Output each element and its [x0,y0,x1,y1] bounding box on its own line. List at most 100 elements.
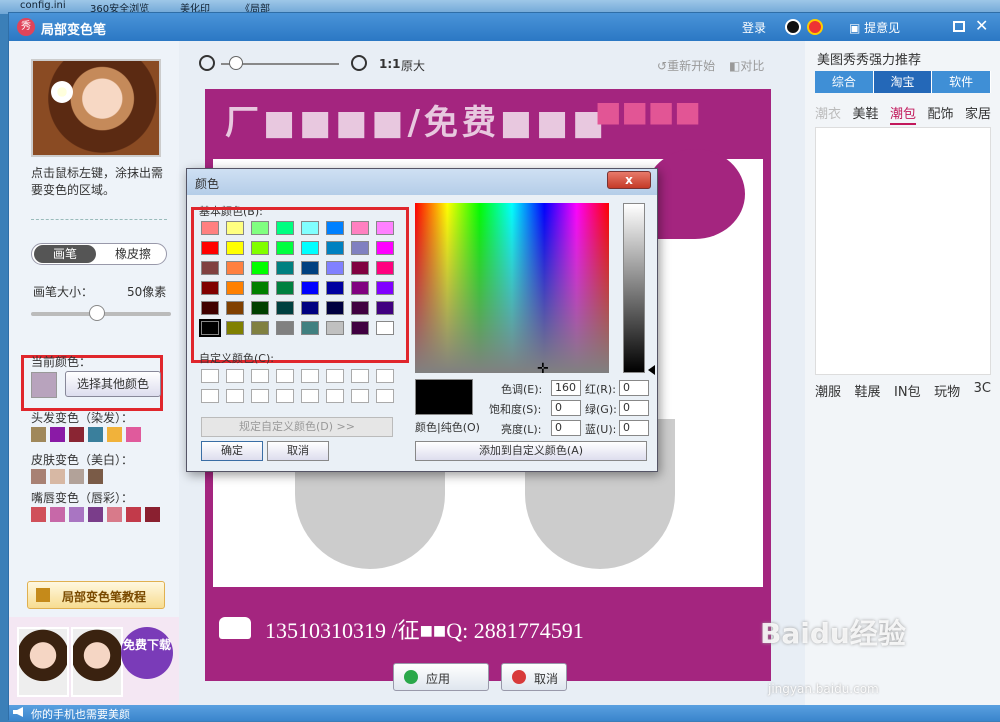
hue-input[interactable]: 160 [551,380,581,396]
custom-color-cell[interactable] [276,389,294,403]
green-input[interactable]: 0 [619,400,649,416]
color-swatch[interactable] [107,507,122,522]
close-button[interactable]: ✕ [975,16,988,35]
crosshair-icon[interactable]: ✛ [537,361,549,377]
red-input[interactable]: 0 [619,380,649,396]
restart-button[interactable]: ↺重新开始 [657,57,715,74]
skin-color-label: 皮肤变色（美白）： [31,453,134,467]
color-swatch[interactable] [88,469,103,484]
original-size-button[interactable]: 原大 [401,57,425,74]
tutorial-button[interactable]: 局部变色笔教程 [27,581,165,609]
ad-banner[interactable]: 免费下载 [9,617,179,705]
color-swatch[interactable] [69,427,84,442]
dialog-cancel-button[interactable]: 取消 [267,441,329,461]
sub-tab[interactable]: IN包 [894,381,921,400]
sub-tab[interactable]: 鞋展 [855,381,881,400]
login-link[interactable]: 登录 [742,19,766,36]
recommendation-title: 美图秀秀强力推荐 [817,53,922,68]
brush-size-thumb[interactable] [89,305,105,321]
custom-color-cell[interactable] [226,369,244,383]
color-swatch[interactable] [69,507,84,522]
custom-colors-grid [201,369,401,409]
sub-tab[interactable]: 家居 [965,103,991,125]
ok-button[interactable]: 确定 [201,441,263,461]
define-custom-colors-button[interactable]: 规定自定义颜色(D) >> [201,417,393,437]
color-swatch[interactable] [126,507,141,522]
compare-button[interactable]: ◧对比 [729,57,764,74]
contact-text: 13510310319 /征■■Q: 2881774591 [265,618,584,643]
zoom-in-icon[interactable] [351,55,367,71]
color-swatch[interactable] [31,469,46,484]
sample-photo [31,59,161,157]
custom-color-cell[interactable] [251,389,269,403]
choose-color-button[interactable]: 选择其他颜色 [65,371,161,397]
weibo-icon[interactable] [807,19,823,35]
zoom-slider-thumb[interactable] [229,56,243,70]
custom-color-cell[interactable] [301,369,319,383]
speaker-icon [13,707,23,717]
eraser-mode-button[interactable]: 橡皮擦 [102,245,164,263]
luminance-input[interactable]: 0 [551,420,581,436]
color-swatch[interactable] [31,427,46,442]
apply-button[interactable]: 应用 [393,663,489,691]
custom-color-cell[interactable] [251,369,269,383]
sub-tab[interactable]: 配饰 [927,103,953,125]
feedback-button[interactable]: ▣ 提意见 [849,19,900,36]
sub-tab[interactable]: 潮衣 [815,103,841,125]
title-bar[interactable]: 秀 局部变色笔 登录 ▣ 提意见 ✕ [9,13,1000,41]
pen-mode-button[interactable]: 画笔 [34,245,96,263]
blue-input[interactable]: 0 [619,420,649,436]
zoom-ratio-button[interactable]: 1:1 [379,57,401,71]
color-spectrum[interactable] [415,203,609,373]
color-swatch[interactable] [50,469,65,484]
color-swatch[interactable] [88,507,103,522]
sub-tab[interactable]: 潮服 [815,381,841,400]
free-download-button[interactable]: 免费下载 [121,627,173,679]
sub-tab[interactable]: 潮包 [889,103,916,125]
custom-color-cell[interactable] [351,369,369,383]
sub-tab[interactable]: 3C [974,381,991,400]
qq-icon[interactable] [785,19,801,35]
custom-color-cell[interactable] [276,369,294,383]
tab-general[interactable]: 综合 [815,71,874,93]
luminance-arrow-icon[interactable] [648,365,655,375]
current-color-swatch[interactable] [31,372,57,398]
color-swatch[interactable] [88,427,103,442]
custom-color-cell[interactable] [326,369,344,383]
pink-shape [645,149,745,239]
compare-label: 对比 [740,59,765,73]
custom-color-cell[interactable] [326,389,344,403]
color-swatch[interactable] [31,507,46,522]
color-swatch[interactable] [50,507,65,522]
app-logo-icon: 秀 [17,18,35,36]
add-custom-color-button[interactable]: 添加到自定义颜色(A) [415,441,647,461]
custom-color-cell[interactable] [301,389,319,403]
dialog-title-bar[interactable]: 颜色 x [187,169,657,195]
recommendation-panel: 美图秀秀强力推荐 综合 淘宝 软件 潮衣 美鞋 潮包 配饰 家居 潮服 鞋展 I… [805,41,1000,705]
maximize-button[interactable] [953,21,965,32]
tab-taobao[interactable]: 淘宝 [873,71,933,93]
custom-color-cell[interactable] [226,389,244,403]
desktop-item[interactable]: config.ini [20,0,66,11]
luminance-slider[interactable] [623,203,645,373]
custom-color-cell[interactable] [376,369,394,383]
color-swatch[interactable] [126,427,141,442]
custom-color-cell[interactable] [201,389,219,403]
cancel-button[interactable]: 取消 [501,663,567,691]
dialog-close-button[interactable]: x [607,171,651,189]
saturation-label: 饱和度(S): [489,403,542,416]
sub-tab[interactable]: 玩物 [934,381,960,400]
custom-color-cell[interactable] [201,369,219,383]
sub-tab[interactable]: 美鞋 [852,103,878,125]
color-swatch[interactable] [107,427,122,442]
custom-colors-label: 自定义颜色(C): [199,352,274,365]
color-swatch[interactable] [50,427,65,442]
tutorial-label: 局部变色笔教程 [62,590,147,604]
color-swatch[interactable] [69,469,84,484]
color-swatch[interactable] [145,507,160,522]
tab-software[interactable]: 软件 [932,71,992,93]
custom-color-cell[interactable] [351,389,369,403]
zoom-out-icon[interactable] [199,55,215,71]
custom-color-cell[interactable] [376,389,394,403]
saturation-input[interactable]: 0 [551,400,581,416]
